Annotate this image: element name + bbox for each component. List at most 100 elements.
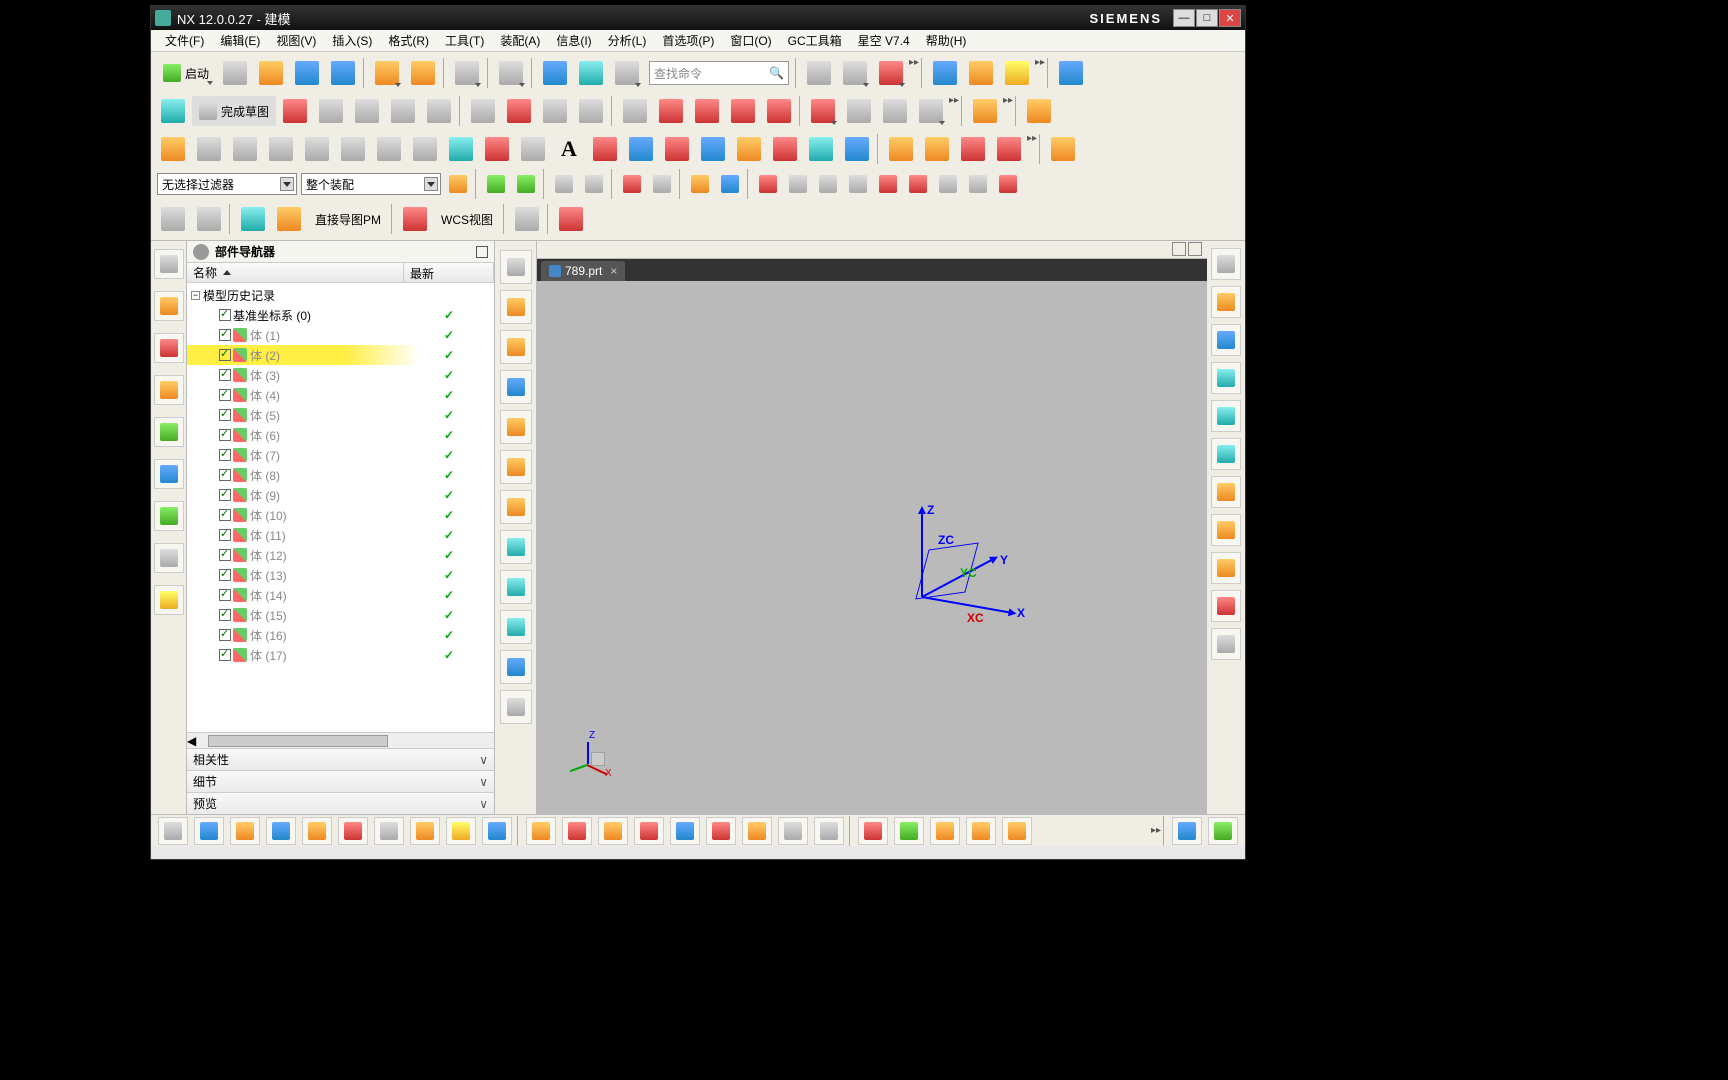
extrude-button[interactable] [968,94,1002,128]
history-button[interactable] [154,501,184,531]
tree-item[interactable]: 体 (2)✓ [187,345,494,365]
bb-16[interactable] [706,817,736,845]
curve-4[interactable] [264,132,298,166]
rbtn-8[interactable] [1211,514,1241,546]
tree-item[interactable]: 体 (10)✓ [187,505,494,525]
tree-item[interactable]: 基准坐标系 (0)✓ [187,305,494,325]
checkbox[interactable] [219,329,231,341]
bb-4[interactable] [266,817,296,845]
curve-16[interactable] [732,132,766,166]
tb-btn-a1[interactable] [802,56,836,90]
sel-btn-12[interactable] [814,170,842,198]
curve-9[interactable] [444,132,478,166]
close-button[interactable]: ✕ [1219,9,1241,27]
menu-preferences[interactable]: 首选项(P) [654,30,722,51]
curve-1[interactable] [156,132,190,166]
bb-17[interactable] [742,817,772,845]
rbtn-4[interactable] [1211,362,1241,394]
sel-btn-1[interactable] [444,170,472,198]
column-latest[interactable]: 最新 [404,263,494,282]
sel-btn-11[interactable] [784,170,812,198]
shade-button[interactable] [494,56,528,90]
bb-14[interactable] [634,817,664,845]
curve-14[interactable] [660,132,694,166]
checkbox[interactable] [219,589,231,601]
bb-24[interactable] [1002,817,1032,845]
bb-11[interactable] [526,817,556,845]
rbtn-1[interactable] [1211,248,1241,280]
scroll-left-arrow[interactable]: ◀ [187,734,196,748]
sel-btn-13[interactable] [844,170,872,198]
curve-5[interactable] [300,132,334,166]
checkbox[interactable] [219,389,231,401]
curve-11[interactable] [516,132,550,166]
checkbox[interactable] [219,629,231,641]
curve-22[interactable] [956,132,990,166]
bb-15[interactable] [670,817,700,845]
curve-13[interactable] [624,132,658,166]
text-curve[interactable]: A [552,132,586,166]
rbtn-7[interactable] [1211,476,1241,508]
layout-btn-1[interactable] [1172,242,1186,256]
rbtn-5[interactable] [1211,400,1241,432]
tree-item[interactable]: 体 (6)✓ [187,425,494,445]
curve-19[interactable] [840,132,874,166]
mbtn-9[interactable] [500,570,532,604]
mbtn-4[interactable] [500,370,532,404]
overflow-icon[interactable]: ▸▸ [1035,57,1045,68]
redo-button[interactable] [406,56,440,90]
mbtn-6[interactable] [500,450,532,484]
bb-26[interactable] [1208,817,1238,845]
tree-item[interactable]: 体 (3)✓ [187,365,494,385]
quick-extend-button[interactable] [726,94,760,128]
wireframe-button[interactable] [538,56,572,90]
layout-btn-2[interactable] [1188,242,1202,256]
menu-assembly[interactable]: 装配(A) [492,30,548,51]
rbtn-10[interactable] [1211,590,1241,622]
curve-18[interactable] [804,132,838,166]
curve-8[interactable] [408,132,442,166]
assembly-navigator-button[interactable] [154,333,184,363]
mbtn-8[interactable] [500,530,532,564]
curve-2[interactable] [192,132,226,166]
sel-btn-3[interactable] [512,170,540,198]
menu-format[interactable]: 格式(R) [380,30,437,51]
overflow-icon[interactable]: ▸▸ [1003,95,1013,106]
corner-button[interactable] [762,94,796,128]
tree-item[interactable]: 体 (9)✓ [187,485,494,505]
checkbox[interactable] [219,309,231,321]
checkbox[interactable] [219,489,231,501]
bb-2[interactable] [194,817,224,845]
sel-btn-8[interactable] [686,170,714,198]
sel-btn-9[interactable] [716,170,744,198]
tb-btn-b1[interactable] [878,94,912,128]
layer-button[interactable] [574,56,608,90]
bb-5[interactable] [302,817,332,845]
sel-btn-17[interactable] [964,170,992,198]
bb-8[interactable] [410,817,440,845]
constraint-button[interactable] [842,94,876,128]
overflow-icon[interactable]: ▸▸ [1027,133,1037,144]
bb-25[interactable] [1172,817,1202,845]
clock-button[interactable] [154,543,184,573]
scroll-thumb[interactable] [208,735,388,747]
tree-body[interactable]: − 模型历史记录 基准坐标系 (0)✓体 (1)✓体 (2)✓体 (3)✓体 (… [187,283,494,732]
arc-button[interactable] [350,94,384,128]
sel-btn-7[interactable] [648,170,676,198]
sel-btn-14[interactable] [874,170,902,198]
mbtn-5[interactable] [500,410,532,444]
tb-btn-a6[interactable] [1000,56,1034,90]
rbtn-6[interactable] [1211,438,1241,470]
quick-trim-button[interactable] [690,94,724,128]
rectangle-button[interactable] [466,94,500,128]
checkbox[interactable] [219,509,231,521]
section-preview[interactable]: 预览∨ [187,792,494,814]
mbtn-11[interactable] [500,650,532,684]
curve-15[interactable] [696,132,730,166]
save-all-button[interactable] [326,56,360,90]
mbtn-1[interactable] [500,250,532,284]
tree-item[interactable]: 体 (11)✓ [187,525,494,545]
circle-button[interactable] [386,94,420,128]
bb-9[interactable] [446,817,476,845]
curve-12[interactable] [588,132,622,166]
